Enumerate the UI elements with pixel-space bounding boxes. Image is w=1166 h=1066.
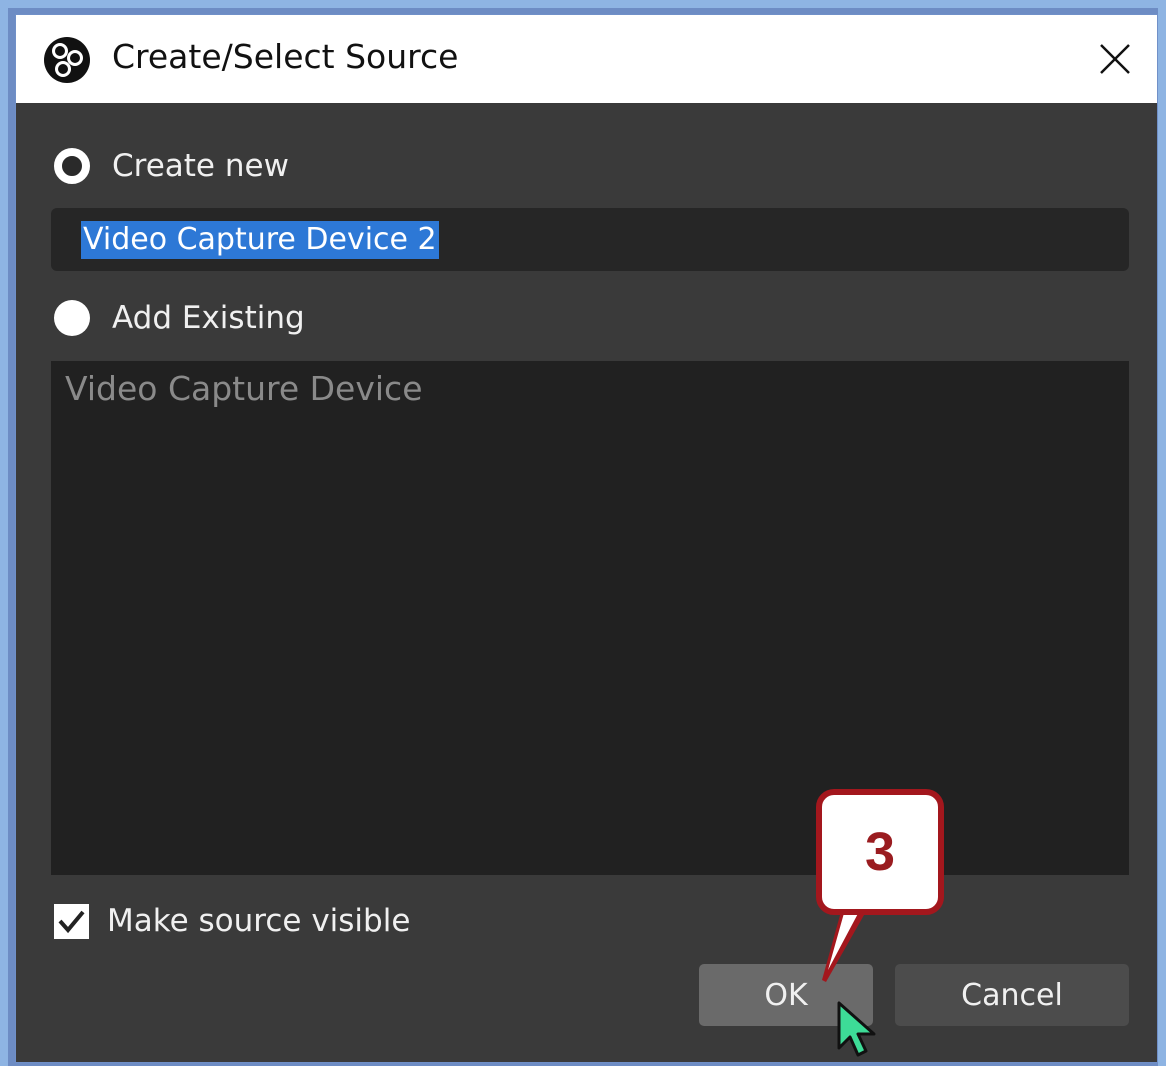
- create-new-radio[interactable]: [54, 148, 90, 184]
- create-new-label: Create new: [112, 148, 289, 184]
- dialog-title: Create/Select Source: [112, 37, 459, 76]
- step-callout: 3: [816, 789, 944, 915]
- add-existing-option[interactable]: Add Existing: [54, 298, 305, 338]
- make-visible-checkbox[interactable]: [54, 903, 89, 939]
- mouse-cursor-icon: [837, 1001, 876, 1057]
- checkmark-icon: [58, 910, 85, 933]
- existing-sources-list[interactable]: Video Capture Device: [51, 361, 1129, 875]
- source-name-value: Video Capture Device 2: [81, 221, 439, 259]
- make-visible-option[interactable]: Make source visible: [54, 901, 410, 941]
- obs-logo-icon: [44, 37, 90, 83]
- list-item[interactable]: Video Capture Device: [65, 369, 423, 408]
- add-existing-label: Add Existing: [112, 300, 305, 336]
- cancel-button[interactable]: Cancel: [895, 964, 1129, 1026]
- title-bar: Create/Select Source: [16, 15, 1157, 103]
- make-visible-label: Make source visible: [107, 903, 411, 939]
- create-new-option[interactable]: Create new: [54, 146, 289, 186]
- close-icon[interactable]: [1089, 33, 1141, 85]
- add-existing-radio[interactable]: [54, 300, 90, 336]
- source-name-input[interactable]: Video Capture Device 2: [51, 208, 1129, 271]
- create-select-source-dialog: Create/Select Source Create new Video Ca…: [15, 14, 1158, 1063]
